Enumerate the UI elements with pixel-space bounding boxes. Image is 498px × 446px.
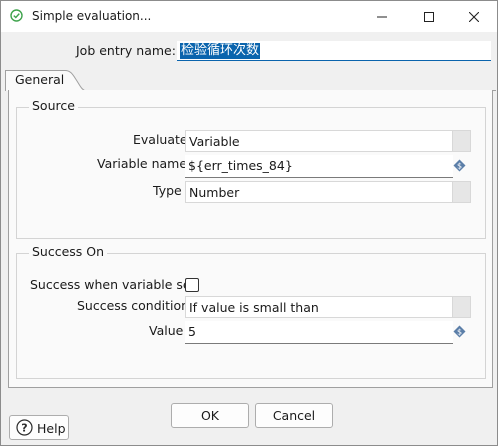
job-entry-name-input[interactable]: 检验循环次数	[177, 41, 491, 61]
variable-icon[interactable]: $	[453, 159, 466, 172]
dialog-window: Simple evaluation... Job entry name: 检验循…	[0, 0, 498, 446]
success-condition-value: If value is small than	[189, 300, 319, 315]
value-input[interactable]: 5	[185, 321, 453, 344]
variable-name-value: ${err_times_84}	[188, 158, 293, 173]
help-icon: ?	[16, 419, 33, 436]
success-condition-select[interactable]: If value is small than	[185, 296, 471, 318]
help-button[interactable]: ? Help	[9, 415, 69, 440]
value-variable-icon[interactable]: $	[453, 325, 466, 338]
cancel-button-label: Cancel	[272, 408, 316, 423]
type-dropdown-button[interactable]	[452, 182, 470, 202]
minimize-icon	[377, 16, 387, 17]
tab-strip: General	[5, 69, 496, 92]
minimize-button[interactable]	[359, 1, 405, 32]
window-title: Simple evaluation...	[32, 9, 152, 23]
evaluate-label: Evaluate	[133, 132, 188, 147]
job-entry-name-value: 检验循环次数	[180, 43, 261, 59]
evaluate-dropdown-button[interactable]	[452, 131, 470, 151]
job-entry-name-label: Job entry name:	[76, 43, 176, 58]
type-select[interactable]: Number	[185, 181, 471, 203]
type-value: Number	[189, 185, 240, 200]
success-on-group-title: Success On	[29, 244, 108, 259]
svg-text:$: $	[457, 328, 462, 337]
type-label: Type	[153, 183, 182, 198]
variable-name-label: Variable name	[97, 156, 188, 171]
close-button[interactable]	[451, 1, 497, 32]
value-value: 5	[188, 324, 196, 339]
evaluate-value: Variable	[189, 134, 240, 149]
close-icon	[469, 11, 479, 22]
help-button-label: Help	[37, 421, 66, 436]
maximize-button[interactable]	[406, 1, 452, 32]
svg-text:?: ?	[21, 422, 27, 435]
tab-general-label: General	[15, 72, 65, 87]
ok-button-label: OK	[200, 408, 220, 423]
evaluate-select[interactable]: Variable	[185, 130, 471, 152]
ok-button[interactable]: OK	[171, 403, 249, 428]
maximize-icon	[424, 11, 434, 22]
success-when-variable-set-label: Success when variable set	[30, 277, 196, 292]
title-bar[interactable]: Simple evaluation...	[1, 1, 497, 32]
source-group-title: Source	[29, 98, 78, 113]
tab-panel-general: Source Evaluate Variable Variable name $…	[8, 90, 493, 388]
success-when-variable-set-checkbox[interactable]	[185, 278, 199, 292]
cancel-button[interactable]: Cancel	[255, 403, 333, 428]
success-condition-label: Success condition	[77, 298, 190, 313]
app-icon	[10, 9, 23, 22]
svg-text:$: $	[457, 162, 462, 171]
variable-name-input[interactable]: ${err_times_84}	[185, 155, 453, 178]
value-label: Value	[149, 323, 184, 338]
success-condition-dropdown-button[interactable]	[452, 297, 470, 317]
